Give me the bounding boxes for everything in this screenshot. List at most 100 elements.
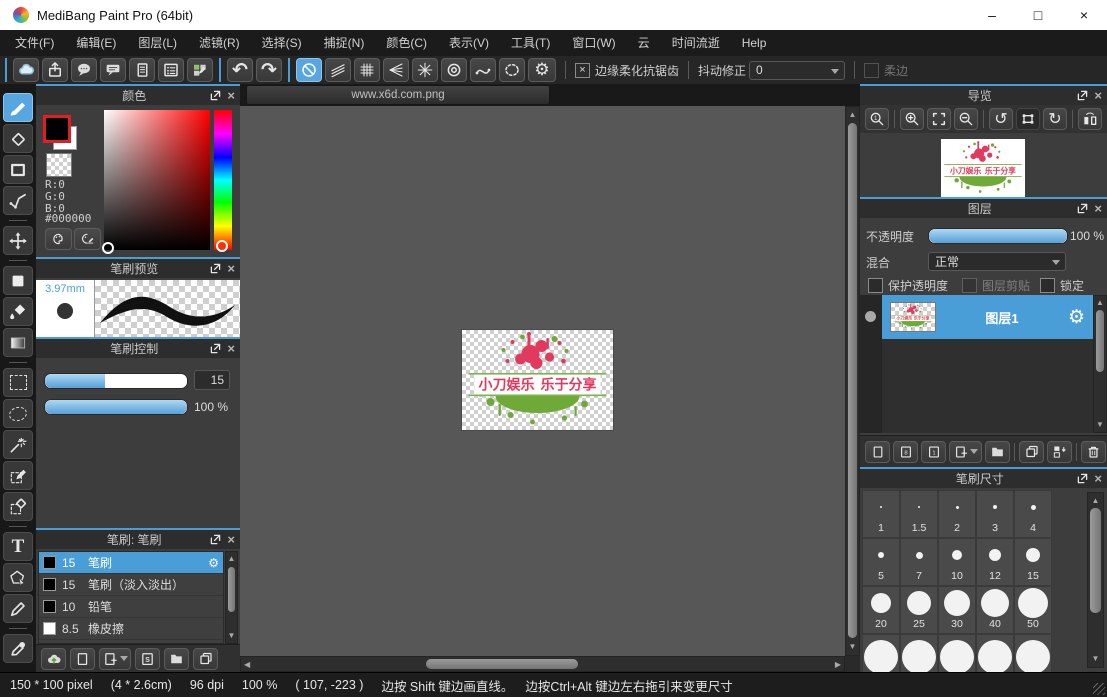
canvas-vertical-scrollbar[interactable]: ▲ ▼ (845, 106, 860, 656)
layer-opacity-slider[interactable] (928, 228, 1068, 244)
brush-size-cell[interactable]: 25 (900, 586, 938, 634)
blend-mode-dropdown[interactable]: 正常 (928, 252, 1066, 271)
visibility-toggle[interactable] (865, 311, 876, 322)
resize-grip[interactable] (1093, 683, 1105, 695)
brush-opacity-slider[interactable] (44, 399, 188, 415)
add-script-brush-button[interactable]: S (135, 648, 160, 670)
add-cloud-brush-button[interactable] (41, 648, 66, 670)
brush-size-cell[interactable]: 1.5 (900, 490, 938, 538)
scroll-down-icon[interactable]: ▼ (846, 640, 859, 654)
hue-indicator[interactable] (216, 240, 228, 252)
snap-ellipse-button[interactable] (499, 58, 525, 82)
text-tool[interactable]: T (3, 532, 33, 561)
select-pen-tool[interactable] (3, 461, 33, 490)
brush-size-cell[interactable]: 40 (976, 586, 1014, 634)
reset-rotation-button[interactable] (1016, 108, 1040, 130)
soft-edge-checkbox[interactable] (864, 63, 879, 78)
rotate-ccw-button[interactable]: ↺ (989, 108, 1013, 130)
soft-edge-checkbox-row[interactable]: 柔边 (864, 62, 908, 79)
snap-concentric-button[interactable] (441, 58, 467, 82)
antialias-checkbox[interactable]: × (575, 63, 590, 78)
scroll-up-icon[interactable]: ▲ (226, 552, 237, 566)
brush-size-cell[interactable]: 1 (862, 490, 900, 538)
menu-item[interactable]: 滤镜(R) (188, 30, 251, 56)
layer-item[interactable]: 图层1 ⚙ (882, 295, 1093, 339)
popout-icon[interactable] (1077, 90, 1088, 101)
canvas-horizontal-scrollbar[interactable]: ◀ ▶ (240, 656, 845, 672)
scroll-right-icon[interactable]: ▶ (835, 657, 841, 672)
fit-screen-button[interactable] (927, 108, 951, 130)
scroll-up-icon[interactable]: ▲ (1088, 494, 1103, 508)
lasso-tool[interactable] (3, 399, 33, 428)
popout-icon[interactable] (210, 534, 221, 545)
zoom-in-button[interactable] (900, 108, 924, 130)
scrollbar-thumb[interactable] (848, 123, 857, 638)
merge-layer-button[interactable] (1047, 441, 1072, 463)
add-brush-button[interactable] (70, 648, 95, 670)
antialias-checkbox-row[interactable]: × 边缘柔化抗锯齿 (575, 62, 679, 79)
stylus-pen-tool[interactable] (3, 594, 33, 623)
clipping-row[interactable]: 图层剪贴 (962, 277, 1030, 294)
zoom-actual-button[interactable]: 1 (865, 108, 889, 130)
brush-list-item[interactable]: 15笔刷⚙ (39, 552, 223, 574)
menu-item[interactable]: 文件(F) (4, 30, 65, 56)
snap-settings-button[interactable]: ⚙ (528, 58, 556, 82)
canvas-image[interactable] (462, 330, 613, 430)
menu-item[interactable]: 选择(S) (251, 30, 313, 56)
polyline-tool[interactable] (3, 186, 33, 215)
brush-settings-gear-icon[interactable]: ⚙ (208, 556, 219, 570)
menu-item[interactable]: 图层(L) (127, 30, 188, 56)
brush-size-cell[interactable]: 20 (862, 586, 900, 634)
layer-list-scrollbar[interactable]: ▲ ▼ (1093, 295, 1107, 433)
brush-size-cell[interactable]: 30 (938, 586, 976, 634)
brush-size-value[interactable]: 15 (194, 370, 230, 390)
popout-icon[interactable] (1077, 473, 1088, 484)
bucket-tool[interactable] (3, 297, 33, 326)
operation-tool[interactable] (3, 563, 33, 592)
close-icon[interactable]: × (1094, 472, 1102, 485)
menu-item[interactable]: 云 (627, 30, 661, 56)
minimize-button[interactable]: – (969, 0, 1015, 30)
close-icon[interactable]: × (227, 262, 235, 275)
brush-size-cell[interactable]: 7 (900, 538, 938, 586)
delete-layer-button[interactable] (1081, 441, 1106, 463)
saturation-value-picker[interactable] (104, 110, 210, 250)
snap-cross-button[interactable] (354, 58, 380, 82)
brush-sizes-scrollbar[interactable]: ▲ ▼ (1087, 492, 1104, 668)
hue-slider[interactable] (214, 110, 232, 250)
protect-alpha-checkbox[interactable] (868, 278, 883, 293)
snap-vanishing-button[interactable] (383, 58, 409, 82)
brush-size-slider[interactable] (44, 373, 188, 389)
snap-parallel-button[interactable] (325, 58, 351, 82)
scrollbar-thumb[interactable] (1090, 508, 1101, 613)
brush-size-cell[interactable]: 10 (938, 538, 976, 586)
edit-canvas-button[interactable] (187, 58, 213, 82)
publish-button[interactable] (42, 58, 68, 82)
menu-item[interactable]: 工具(T) (500, 30, 561, 56)
scrollbar-thumb[interactable] (1096, 310, 1104, 372)
material-button[interactable] (158, 58, 184, 82)
cloud-button[interactable] (13, 58, 39, 82)
close-icon[interactable]: × (227, 89, 235, 102)
brush-size-cell[interactable]: 15 (1014, 538, 1052, 586)
menu-item[interactable]: 窗口(W) (561, 30, 626, 56)
brush-size-cell[interactable] (1014, 634, 1052, 672)
scroll-down-icon[interactable]: ▼ (226, 629, 237, 643)
stabilizer-dropdown[interactable]: 0 (749, 61, 845, 80)
duplicate-layer-button[interactable] (1019, 441, 1044, 463)
brush-size-cell[interactable] (900, 634, 938, 672)
menu-item[interactable]: Help (731, 30, 778, 56)
close-icon[interactable]: × (1094, 202, 1102, 215)
lock-row[interactable]: 锁定 (1040, 277, 1084, 294)
menu-item[interactable]: 表示(V) (438, 30, 500, 56)
brush-size-cell[interactable] (862, 634, 900, 672)
foreground-color-swatch[interactable] (43, 115, 71, 143)
brush-list-scrollbar[interactable]: ▲ ▼ (225, 551, 238, 644)
redo-button[interactable]: ↷ (256, 58, 282, 82)
add-layer-menu-button[interactable] (949, 441, 982, 463)
snap-curve-button[interactable] (470, 58, 496, 82)
close-icon[interactable]: × (227, 533, 235, 546)
duplicate-brush-button[interactable] (193, 648, 218, 670)
brush-list-item[interactable]: 10铅笔 (39, 596, 223, 618)
add-brush-menu-button[interactable] (99, 648, 131, 670)
